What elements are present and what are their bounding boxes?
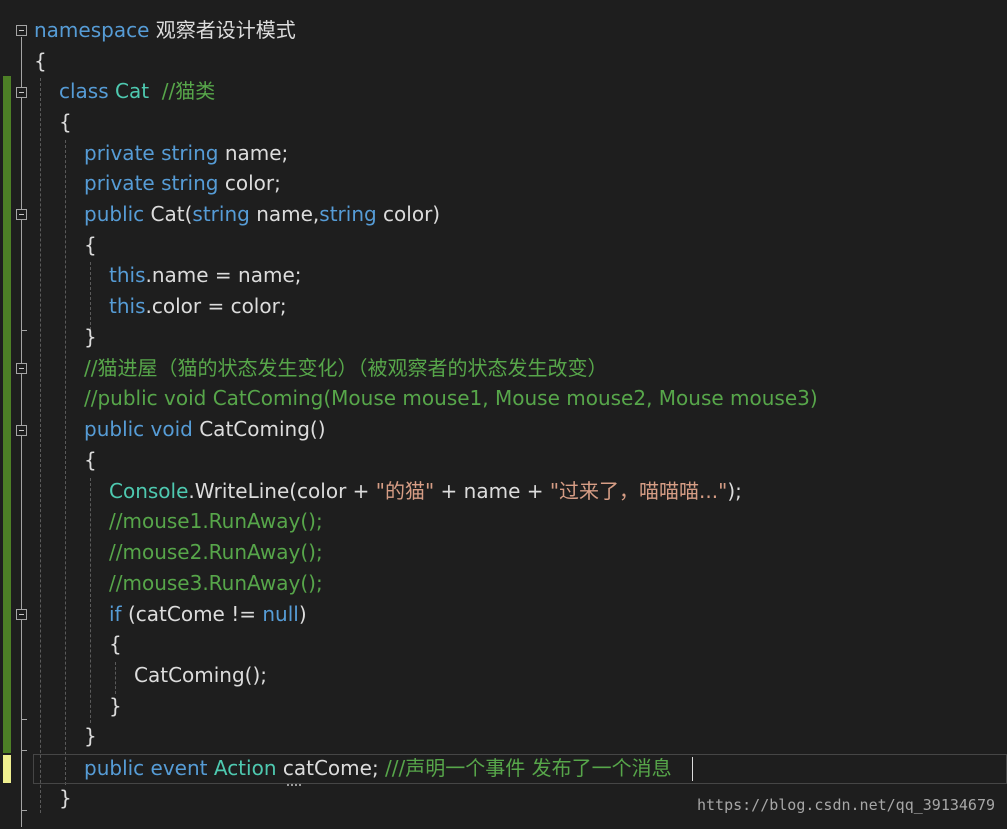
keyword: string [192, 202, 250, 226]
identifier: .name = name; [145, 263, 302, 287]
brace: } [84, 325, 97, 349]
code-line[interactable]: //public void CatComing(Mouse mouse1, Mo… [84, 383, 818, 413]
identifier: ) [298, 602, 307, 626]
code-line[interactable]: this.color = color; [109, 291, 287, 321]
keyword: class [59, 79, 109, 103]
comment: //mouse2.RunAway(); [109, 540, 323, 564]
string-literal: "过来了，喵喵喵..." [549, 479, 728, 503]
code-line[interactable]: private string color; [84, 168, 281, 198]
code-line[interactable]: { [84, 445, 97, 475]
keyword: this [109, 263, 146, 287]
outline-end-tick [21, 750, 27, 751]
identifier: color; [218, 171, 281, 195]
code-line[interactable]: { [109, 629, 122, 659]
collapse-constructor-icon[interactable] [16, 209, 27, 220]
code-line[interactable]: } [84, 721, 97, 751]
code-line[interactable]: public event Action catCome; ///声明一个事件 发… [84, 753, 672, 783]
identifier: color) [376, 202, 441, 226]
class-name: Action [207, 756, 277, 780]
identifier: CatComing(); [134, 663, 268, 687]
outline-end-tick [21, 330, 27, 331]
unsaved-changes-bar [3, 755, 11, 783]
comment: //public void CatComing(Mouse mouse1, Mo… [84, 386, 818, 410]
code-line[interactable]: if (catCome != null) [109, 599, 307, 629]
namespace-name: 观察者设计模式 [149, 18, 296, 42]
brace: { [84, 448, 97, 472]
identifier: .WriteLine(color + [188, 479, 376, 503]
brace: { [59, 110, 72, 134]
outline-end-tick [21, 810, 27, 811]
indent-guide [90, 478, 91, 723]
identifier: .color = color; [145, 294, 287, 318]
suggestion-squiggle[interactable] [287, 781, 301, 786]
identifier: Cat( [144, 202, 193, 226]
collapse-namespace-icon[interactable] [16, 25, 27, 36]
brace: } [109, 694, 122, 718]
code-line[interactable]: //mouse3.RunAway(); [109, 568, 323, 598]
text-caret [692, 757, 693, 781]
keyword: private string [84, 171, 219, 195]
code-line[interactable]: CatComing(); [134, 660, 267, 690]
identifier: name; [218, 141, 289, 165]
saved-changes-bar [3, 76, 11, 753]
code-line[interactable]: //猫进屋（猫的状态发生变化）（被观察者的状态发生改变） [84, 353, 607, 383]
code-line[interactable]: public Cat(string name,string color) [84, 199, 440, 229]
keyword: public [84, 202, 145, 226]
comment: //猫进屋（猫的状态发生变化）（被观察者的状态发生改变） [84, 356, 608, 380]
comment: //mouse3.RunAway(); [109, 571, 323, 595]
keyword: private string [84, 141, 219, 165]
indent-guide [115, 662, 116, 694]
comment: ///声明一个事件 发布了一个消息 [385, 756, 672, 780]
code-line[interactable]: private string name; [84, 138, 288, 168]
code-line[interactable]: } [109, 691, 122, 721]
brace: { [34, 49, 47, 73]
keyword: public event [84, 756, 208, 780]
identifier: name, [249, 202, 320, 226]
outline-end-tick [21, 719, 27, 720]
code-editor[interactable]: namespace 观察者设计模式 { class Cat //猫类 { pri… [0, 0, 1007, 829]
keyword: namespace [34, 18, 150, 42]
code-line[interactable]: { [84, 230, 97, 260]
identifier: + name + [434, 479, 550, 503]
indent-guide [90, 262, 91, 330]
code-line[interactable]: } [59, 783, 72, 813]
code-line[interactable]: { [34, 46, 47, 76]
code-line[interactable]: //mouse1.RunAway(); [109, 506, 323, 536]
keyword: this [109, 294, 146, 318]
keyword: public void [84, 417, 193, 441]
identifier: (catCome != [121, 602, 263, 626]
collapse-if-icon[interactable] [16, 609, 27, 620]
collapse-method-icon[interactable] [16, 425, 27, 436]
collapse-comment-icon[interactable] [16, 363, 27, 374]
comment: //猫类 [149, 79, 216, 103]
class-name: Console [109, 479, 189, 503]
code-line[interactable]: public void CatComing() [84, 414, 326, 444]
indent-guide [65, 140, 66, 785]
code-line[interactable]: { [59, 107, 72, 137]
watermark: https://blog.csdn.net/qq_39134679 [696, 796, 995, 814]
code-line[interactable]: class Cat //猫类 [59, 76, 215, 106]
identifier: ); [727, 479, 742, 503]
keyword: null [262, 602, 299, 626]
keyword: if [109, 602, 122, 626]
brace: } [84, 724, 97, 748]
code-line[interactable]: namespace 观察者设计模式 [34, 15, 296, 45]
code-line[interactable]: } [84, 322, 97, 352]
code-line[interactable]: this.name = name; [109, 260, 302, 290]
code-line[interactable]: //mouse2.RunAway(); [109, 537, 323, 567]
identifier: catCome; [276, 756, 386, 780]
brace: { [84, 233, 97, 257]
collapse-class-icon[interactable] [16, 87, 27, 98]
string-literal: "的猫" [375, 479, 435, 503]
indent-guide [40, 78, 41, 813]
class-name: Cat [115, 79, 150, 103]
comment: //mouse1.RunAway(); [109, 509, 323, 533]
change-tracking-margin [0, 0, 14, 829]
identifier: CatComing() [192, 417, 326, 441]
code-line[interactable]: Console.WriteLine(color + "的猫" + name + … [109, 476, 742, 506]
keyword: string [319, 202, 377, 226]
brace: { [109, 632, 122, 656]
brace: } [59, 786, 72, 810]
